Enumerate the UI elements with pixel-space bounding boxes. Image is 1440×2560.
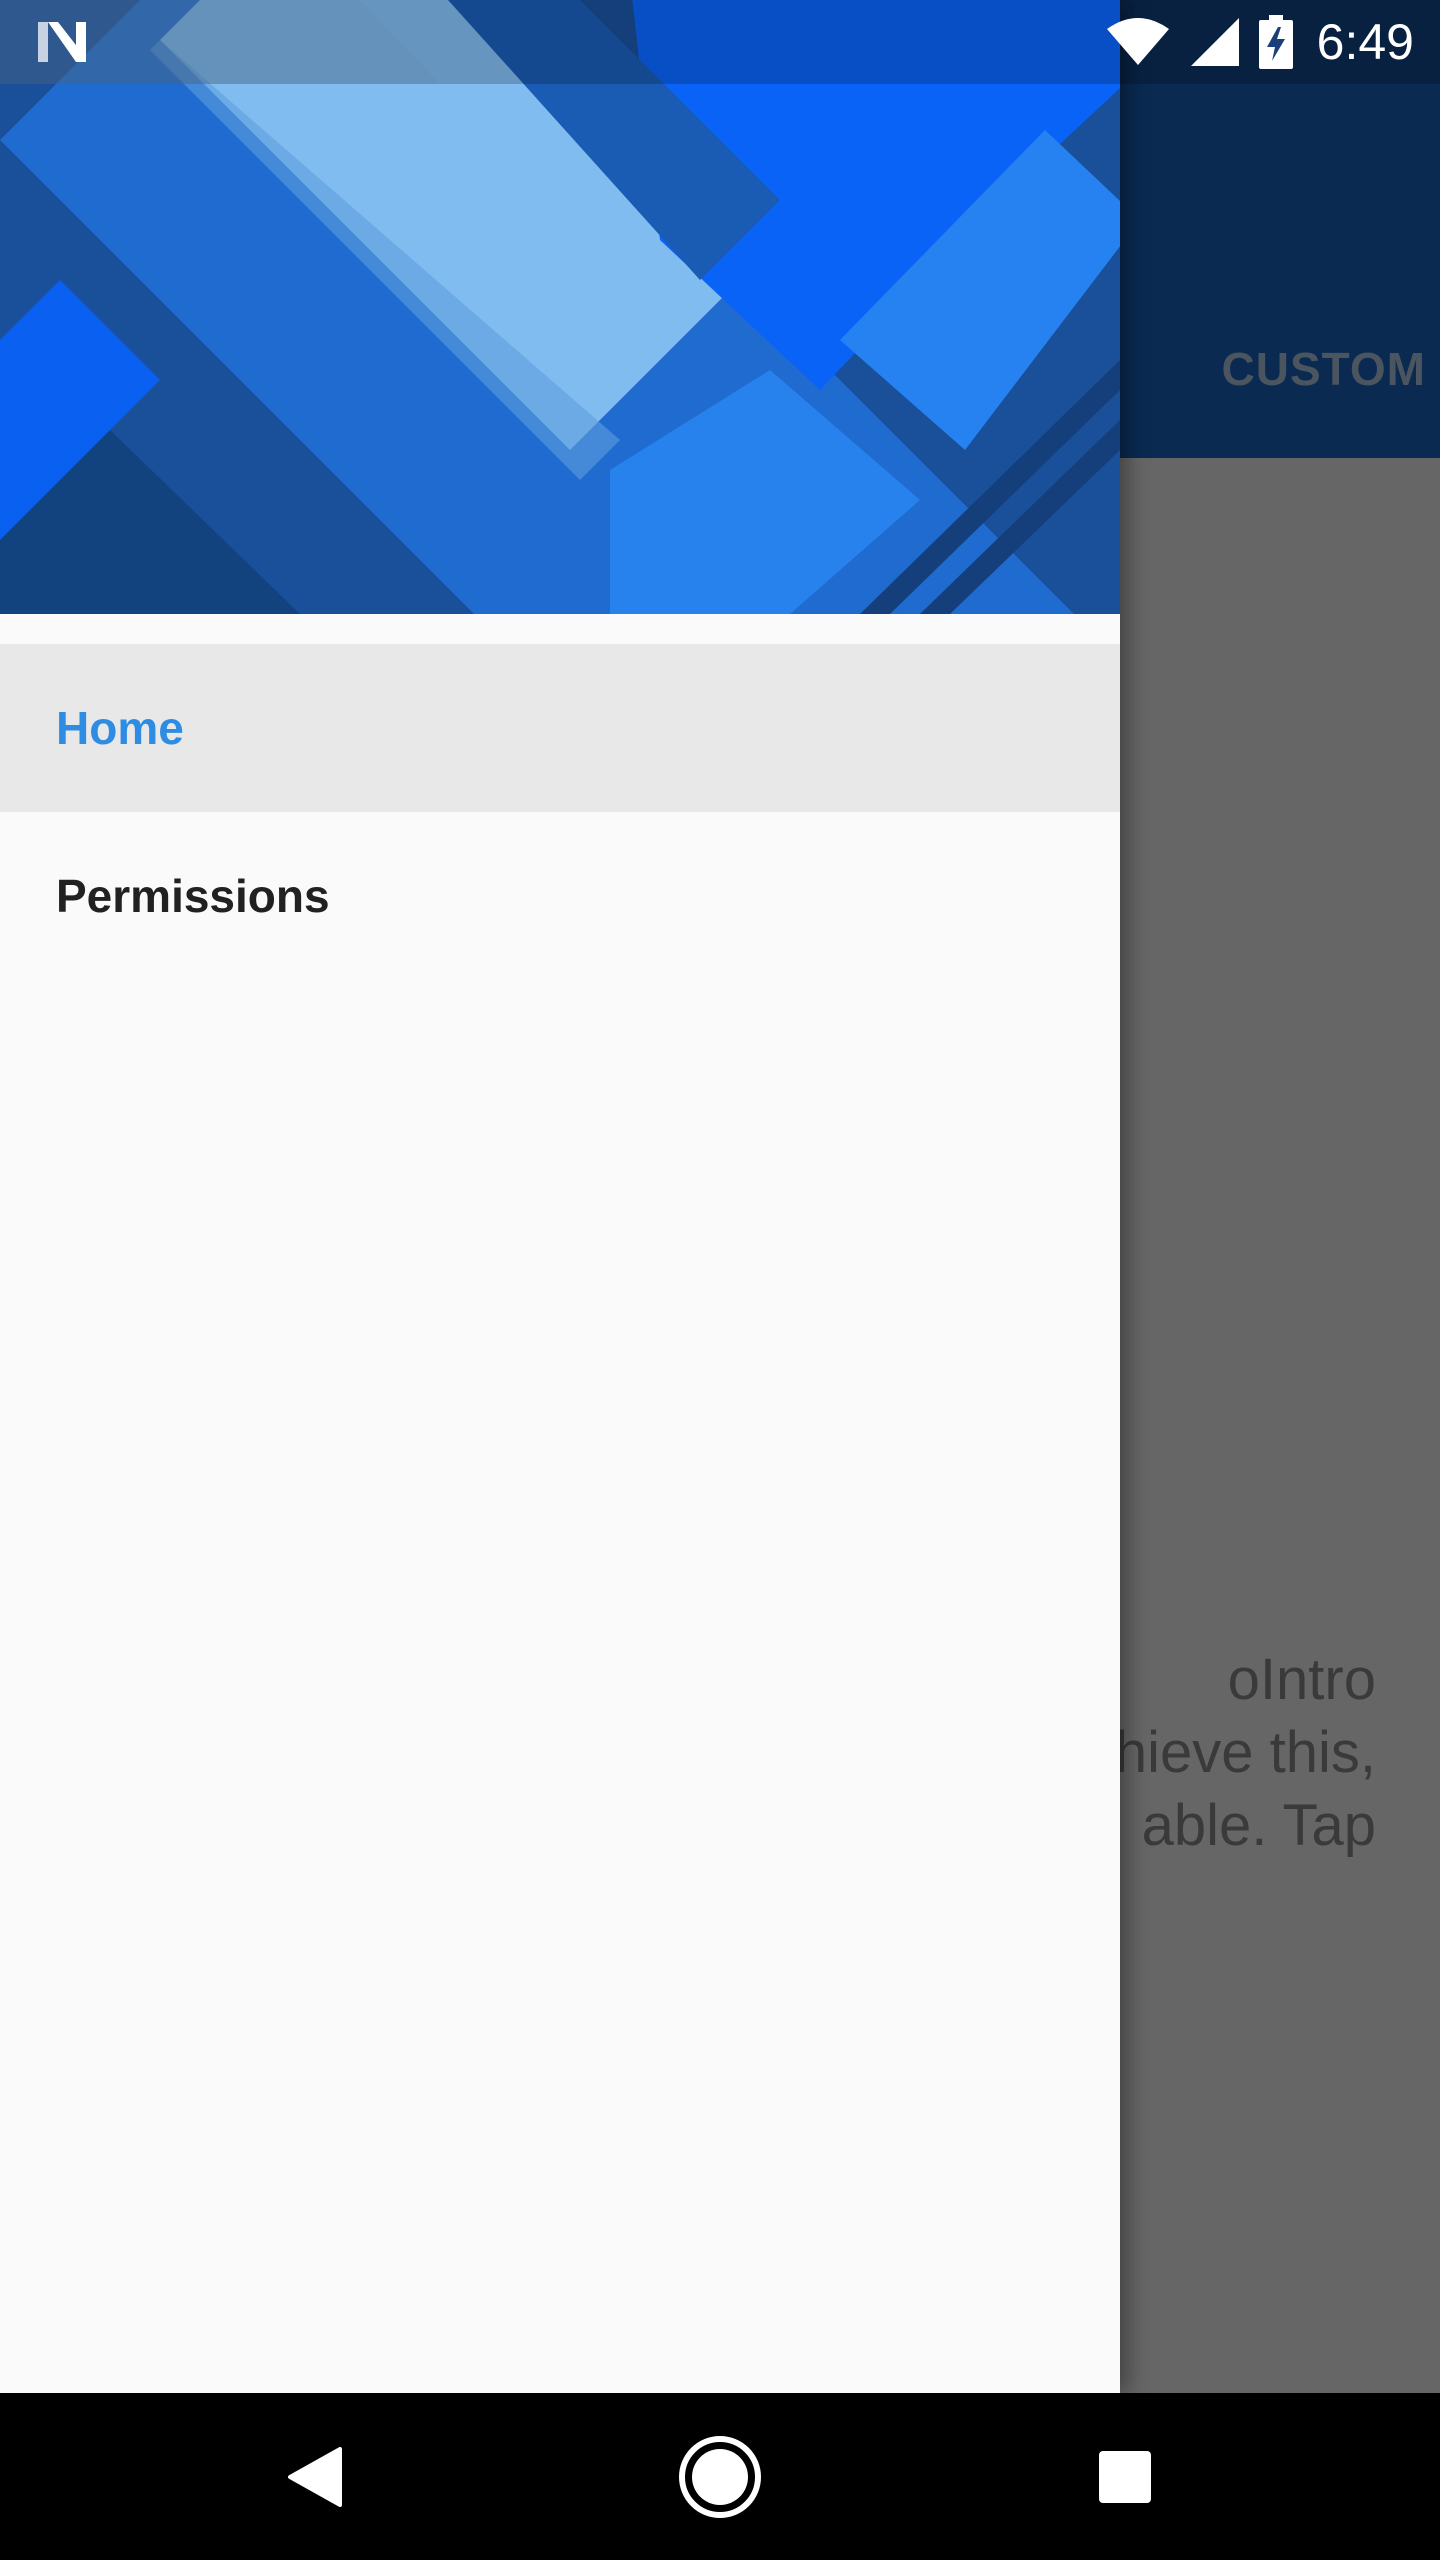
drawer-header-image <box>0 0 1120 614</box>
tab-custom[interactable]: CUSTOM <box>1222 342 1427 396</box>
drawer-item-label: Permissions <box>56 870 330 922</box>
drawer-item-permissions[interactable]: Permissions <box>0 812 1120 980</box>
back-icon <box>288 2446 342 2507</box>
notification-n-icon <box>38 22 86 62</box>
system-navigation-bar <box>0 2393 1440 2560</box>
screen: CUSTOM oIntro hieve this, able. Tap Home… <box>0 0 1440 2560</box>
home-button[interactable] <box>640 2393 800 2560</box>
navigation-drawer: Home Permissions <box>0 0 1120 2393</box>
status-time: 6:49 <box>1316 14 1414 70</box>
drawer-menu: Home Permissions <box>0 644 1120 980</box>
recents-icon <box>1099 2450 1151 2503</box>
home-icon <box>679 2435 761 2518</box>
cellular-signal-icon <box>1190 18 1239 66</box>
back-button[interactable] <box>235 2393 395 2560</box>
wifi-icon <box>1106 18 1169 65</box>
drawer-item-home[interactable]: Home <box>0 644 1120 812</box>
drawer-item-label: Home <box>56 702 184 754</box>
status-icons: 6:49 <box>1087 0 1414 84</box>
recents-button[interactable] <box>1045 2393 1205 2560</box>
battery-charging-icon <box>1258 15 1293 69</box>
status-bar: 6:49 <box>0 0 1440 84</box>
